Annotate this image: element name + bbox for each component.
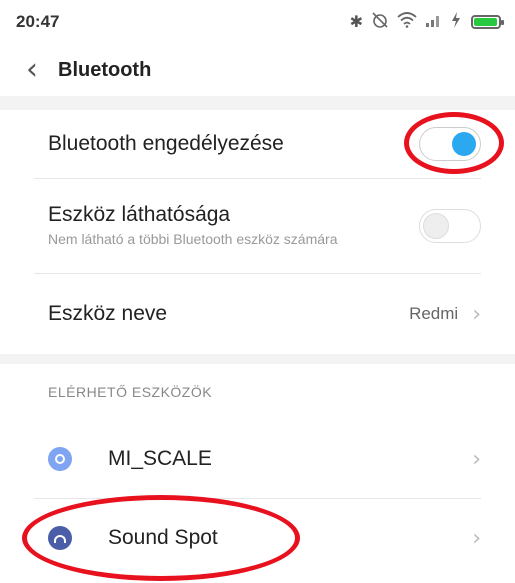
status-bar: 20:47 ✱ [0,0,515,44]
page-title: Bluetooth [58,58,152,81]
title-bar: ‹ Bluetooth [0,44,515,96]
wifi-icon [397,11,417,33]
section-divider [0,354,515,364]
bluetooth-icon: ✱ [349,14,363,31]
device-name-value: Redmi [409,304,459,323]
device-name-label: Eszköz neve [48,302,168,325]
visibility-toggle[interactable] [419,209,481,243]
alarm-off-icon [371,11,389,34]
charging-icon [451,11,461,33]
battery-level-fill [474,18,497,26]
toggle-knob [452,132,476,156]
bluetooth-enable-row[interactable]: Bluetooth engedélyezése [0,110,515,178]
visibility-row[interactable]: Eszköz láthatósága Nem látható a többi B… [0,179,515,273]
chevron-left-icon[interactable]: ‹ [26,55,38,85]
chevron-right-icon: › [472,525,481,551]
section-divider [0,96,515,110]
chevron-right-icon: › [472,301,481,327]
status-icons: ✱ [349,11,504,34]
device-row-sound-spot[interactable]: Sound Spot › [0,499,515,577]
visibility-label: Eszköz láthatósága [48,203,231,227]
device-row-mi-scale[interactable]: MI_SCALE › [0,420,515,498]
status-time: 20:47 [16,12,60,31]
headphones-icon [48,526,72,550]
device-name-row[interactable]: Eszköz neve Redmi › [0,274,515,354]
visibility-sublabel: Nem látható a többi Bluetooth eszköz szá… [48,231,338,248]
signal-icon [425,13,443,32]
toggle-knob [423,213,449,239]
device-label: MI_SCALE [108,447,212,470]
device-label: Sound Spot [108,526,218,549]
bluetooth-enable-label: Bluetooth engedélyezése [48,132,284,155]
bluetooth-enable-toggle[interactable] [419,127,481,161]
scale-device-icon [48,447,72,471]
battery-icon [471,15,504,29]
available-devices-header: ELÉRHETŐ ESZKÖZÖK [48,384,213,400]
chevron-right-icon: › [472,446,481,472]
